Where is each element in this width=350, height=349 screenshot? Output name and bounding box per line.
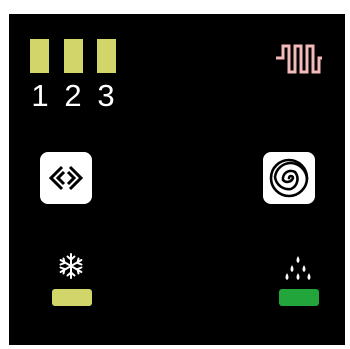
speed-label-2: 2 <box>64 78 82 113</box>
speed-label-3: 3 <box>97 78 115 113</box>
speed-bar-2 <box>64 39 83 73</box>
dry-status-led <box>279 289 319 306</box>
speed-bar-3 <box>97 39 116 73</box>
diamond-arrows-icon <box>40 152 92 204</box>
heater-icon <box>274 41 324 77</box>
fan-button[interactable] <box>263 152 315 204</box>
water-drops-icon <box>283 253 313 281</box>
speed-label-1: 1 <box>31 78 49 113</box>
cool-status-led <box>52 289 92 306</box>
speed-bar-1 <box>30 39 49 73</box>
mode-button[interactable] <box>40 152 92 204</box>
snowflake-icon <box>57 252 85 280</box>
spiral-icon <box>263 152 315 204</box>
